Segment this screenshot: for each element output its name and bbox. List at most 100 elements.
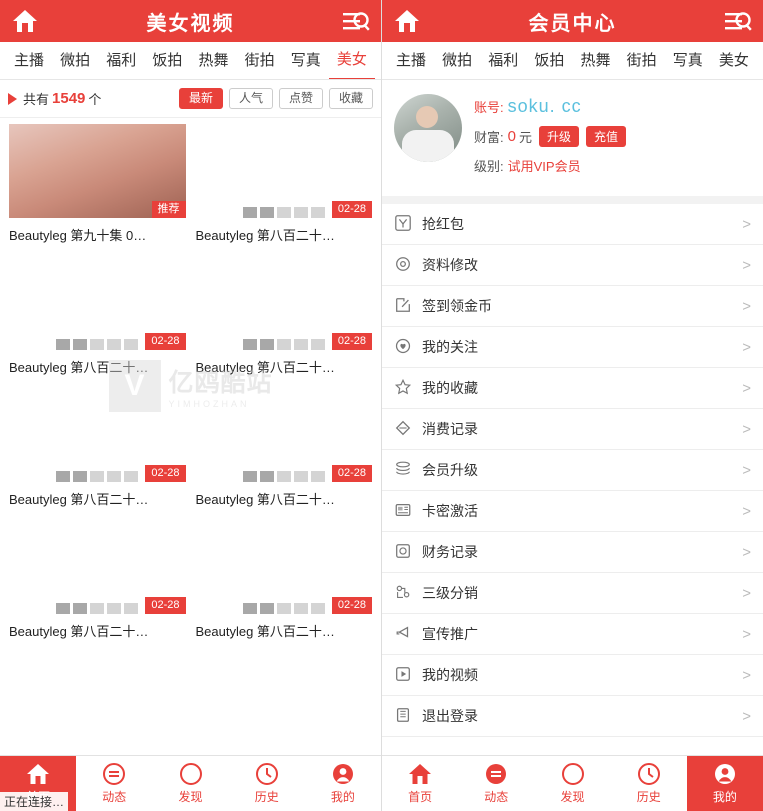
nav-tab-4[interactable]: 热舞 xyxy=(573,42,619,79)
menu-item-my-videos[interactable]: 我的视频 > xyxy=(382,655,763,696)
filter-latest-button[interactable]: 最新 xyxy=(178,87,223,110)
right-phone-screen: 会员中心 主播 微拍 福利 饭拍 热舞 街拍 写真 美女 账号: soku. c… xyxy=(381,0,763,811)
page-title: 美女视频 xyxy=(146,12,235,35)
video-title: Beautyleg 第八百二十… xyxy=(195,492,335,507)
tab-home[interactable]: 首页 xyxy=(382,756,458,811)
filter-favorites-button[interactable]: 收藏 xyxy=(328,87,373,110)
menu-item-profile-edit[interactable]: 资料修改 > xyxy=(382,245,763,286)
filter-likes-button[interactable]: 点赞 xyxy=(278,87,323,110)
nav-tab-3[interactable]: 饭拍 xyxy=(526,42,572,79)
member-info: 账号: soku. cc 财富: 0 元 升级 充值 级别: 试用VIP会员 xyxy=(474,94,627,184)
nav-tab-4[interactable]: 热舞 xyxy=(191,42,237,79)
tab-label: 动态 xyxy=(484,790,509,804)
nav-tab-1[interactable]: 微拍 xyxy=(52,42,98,79)
menu-item-following[interactable]: 我的关注 > xyxy=(382,327,763,368)
upgrade-button[interactable]: 升级 xyxy=(538,126,579,147)
video-badge: 02-28 xyxy=(331,332,372,350)
menu-item-upgrade[interactable]: 会员升级 > xyxy=(382,450,763,491)
video-thumbnail[interactable]: 02-28 xyxy=(9,388,186,482)
tab-label: 首页 xyxy=(408,790,433,804)
nav-tab-2[interactable]: 福利 xyxy=(98,42,144,79)
nav-tab-6[interactable]: 写真 xyxy=(283,42,329,79)
video-card[interactable]: 02-28 Beautyleg 第八百二十… xyxy=(4,520,191,652)
home-icon[interactable] xyxy=(10,6,40,36)
video-card[interactable]: 02-28 Beautyleg 第八百二十… xyxy=(191,124,378,256)
nav-tab-0[interactable]: 主播 xyxy=(6,42,52,79)
video-title: Beautyleg 第八百二十… xyxy=(9,624,149,639)
search-menu-icon[interactable] xyxy=(723,6,753,36)
video-thumbnail[interactable]: 02-28 xyxy=(195,520,372,614)
left-phone-screen: 美女视频 主播 微拍 福利 饭拍 热舞 街拍 写真 美女 共有 1549 个 最… xyxy=(0,0,381,811)
level-value: 试用VIP会员 xyxy=(507,159,581,174)
tab-mine[interactable]: 我的 xyxy=(305,756,381,811)
tab-label: 历史 xyxy=(254,790,279,804)
chevron-right-icon: > xyxy=(742,584,751,602)
menu-item-label: 我的关注 xyxy=(422,339,478,355)
menu-item-consumption[interactable]: 消费记录 > xyxy=(382,409,763,450)
chat-icon xyxy=(484,762,508,786)
tab-label: 我的 xyxy=(330,790,355,804)
video-badge: 推荐 xyxy=(151,200,186,218)
chevron-right-icon: > xyxy=(742,461,751,479)
tab-history[interactable]: 历史 xyxy=(611,756,687,811)
video-card[interactable]: 02-28 Beautyleg 第八百二十… xyxy=(191,388,378,520)
nav-tab-7[interactable]: 美女 xyxy=(328,42,375,79)
status-text: 正在连接… xyxy=(0,792,69,811)
chevron-right-icon: > xyxy=(742,666,751,684)
nav-tab-6[interactable]: 写真 xyxy=(665,42,711,79)
menu-item-label: 财务记录 xyxy=(422,544,478,560)
tab-mine[interactable]: 我的 xyxy=(686,756,763,811)
video-card[interactable]: 02-28 Beautyleg 第八百二十… xyxy=(191,520,378,652)
menu-item-redpacket[interactable]: 抢红包 > xyxy=(382,204,763,245)
nav-tab-1[interactable]: 微拍 xyxy=(434,42,480,79)
count-value: 1549 xyxy=(52,90,86,107)
level-row: 级别: 试用VIP会员 xyxy=(474,156,626,175)
nav-tab-3[interactable]: 饭拍 xyxy=(144,42,190,79)
count-prefix: 共有 xyxy=(23,92,50,107)
tab-dynamic[interactable]: 动态 xyxy=(76,756,152,811)
search-menu-icon[interactable] xyxy=(341,6,371,36)
chat-icon xyxy=(102,762,126,786)
nav-tab-0[interactable]: 主播 xyxy=(388,42,434,79)
filter-popular-button[interactable]: 人气 xyxy=(228,87,273,110)
tab-dynamic[interactable]: 动态 xyxy=(458,756,534,811)
nav-tab-2[interactable]: 福利 xyxy=(480,42,526,79)
heart-circle-icon xyxy=(394,337,414,357)
tab-history[interactable]: 历史 xyxy=(229,756,305,811)
video-thumbnail[interactable]: 02-28 xyxy=(195,124,372,218)
video-thumbnail[interactable]: 02-28 xyxy=(195,256,372,350)
menu-item-card-activate[interactable]: 卡密激活 > xyxy=(382,491,763,532)
account-label: 账号: xyxy=(474,100,504,115)
video-thumbnail[interactable]: 02-28 xyxy=(195,388,372,482)
video-thumbnail[interactable]: 推荐 xyxy=(9,124,186,218)
video-thumbnail[interactable]: 02-28 xyxy=(9,520,186,614)
tab-label: 历史 xyxy=(636,790,661,804)
menu-item-finance[interactable]: 财务记录 > xyxy=(382,532,763,573)
nav-tab-5[interactable]: 街拍 xyxy=(619,42,665,79)
video-card[interactable]: 02-28 Beautyleg 第八百二十… xyxy=(4,388,191,520)
placeholder-blocks xyxy=(242,603,325,614)
video-badge: 02-28 xyxy=(145,596,186,614)
home-icon[interactable] xyxy=(392,6,422,36)
menu-item-favorites[interactable]: 我的收藏 > xyxy=(382,368,763,409)
left-nav-tabs[interactable]: 主播 微拍 福利 饭拍 热舞 街拍 写真 美女 xyxy=(0,42,381,80)
compass-icon xyxy=(561,762,585,786)
video-card[interactable]: 推荐 Beautyleg 第九十集 0… xyxy=(4,124,191,256)
menu-item-checkin[interactable]: 签到领金币 > xyxy=(382,286,763,327)
video-card[interactable]: 02-28 Beautyleg 第八百二十… xyxy=(191,256,378,388)
tab-discover[interactable]: 发现 xyxy=(534,756,610,811)
menu-item-distribution[interactable]: 三级分销 > xyxy=(382,573,763,614)
tab-discover[interactable]: 发现 xyxy=(152,756,228,811)
tab-label: 发现 xyxy=(178,790,203,804)
video-thumbnail[interactable]: 02-28 xyxy=(9,256,186,350)
video-card[interactable]: 02-28 Beautyleg 第八百二十… xyxy=(4,256,191,388)
menu-item-promotion[interactable]: 宣传推广 > xyxy=(382,614,763,655)
right-header: 会员中心 xyxy=(382,0,763,42)
menu-item-logout[interactable]: 退出登录 > xyxy=(382,696,763,737)
right-nav-tabs[interactable]: 主播 微拍 福利 饭拍 热舞 街拍 写真 美女 xyxy=(382,42,763,80)
nav-tab-7[interactable]: 美女 xyxy=(711,42,757,79)
left-header: 美女视频 xyxy=(0,0,381,42)
nav-tab-5[interactable]: 街拍 xyxy=(237,42,283,79)
recharge-button[interactable]: 充值 xyxy=(586,126,627,147)
avatar[interactable] xyxy=(394,94,462,162)
